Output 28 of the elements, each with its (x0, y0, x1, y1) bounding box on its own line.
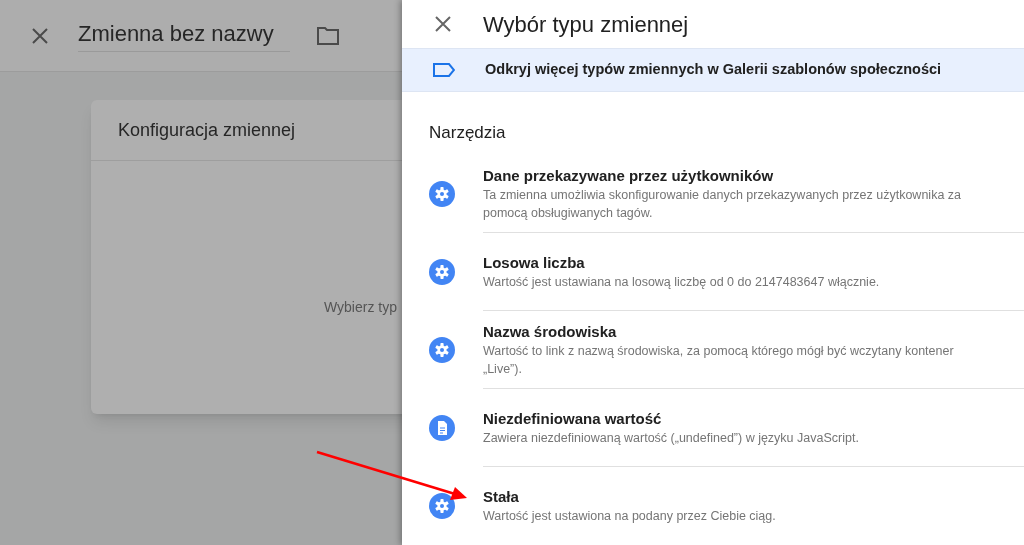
item-title: Niezdefiniowana wartość (483, 408, 663, 429)
gear-icon (429, 181, 455, 207)
variable-type-item[interactable]: Niezdefiniowana wartość Zawiera niezdefiniowaną wartość („undefined”) w języku JavaScript. (402, 389, 1024, 467)
item-title: Losowa liczba (483, 252, 586, 273)
gear-icon (429, 337, 455, 363)
item-description: Ta zmienna umożliwia skonfigurowanie danych przekazywanych przez użytkownika za pomocą obsługiwanych tagów. (483, 186, 962, 222)
item-title: Stała (483, 487, 520, 507)
item-description: Zawiera niezdefiniowaną wartość („undefined”) w języku JavaScript. (483, 429, 860, 447)
label-icon (433, 62, 455, 77)
panel-title: Wybór typu zmiennej (483, 10, 689, 39)
hint-text: Wybierz typ (324, 298, 397, 317)
variable-type-item[interactable]: Losowa liczba Wartość jest ustawiana na losową liczbę od 0 do 2147483647 włącznie. (402, 233, 1024, 311)
gear-icon (429, 493, 455, 519)
gallery-banner[interactable]: Odkryj więcej typów zmiennych w Galerii szablonów społeczności (402, 48, 1024, 92)
card-title: Konfiguracja zmiennej (118, 118, 296, 142)
variable-type-item[interactable]: Stała Wartość jest ustawiona na podany przez Ciebie ciąg. (402, 467, 1024, 545)
item-description: Wartość to link z nazwą środowiska, za pomocą którego mógł być wczytany kontener „Live”). (483, 342, 955, 378)
gear-icon (429, 259, 455, 285)
folder-icon[interactable] (316, 24, 340, 47)
variable-type-item[interactable]: Nazwa środowiska Wartość to link z nazwą środowiska, za pomocą którego mógł być wczytany kontener „Live”). (402, 311, 1024, 389)
item-description: Wartość jest ustawiana na losową liczbę od 0 do 2147483647 włącznie. (483, 273, 881, 291)
document-icon (429, 415, 455, 441)
variable-type-item[interactable]: Dane przekazywane przez użytkowników Ta zmienna umożliwia skonfigurowanie danych przekazywanych przez użytkownika za pomocą obsługiwanych tagów. (402, 155, 1024, 233)
item-title: Dane przekazywane przez użytkowników (483, 165, 775, 186)
section-heading: Narzędzia (429, 122, 506, 142)
name-field[interactable]: Zmienna bez nazwy (78, 19, 290, 52)
item-description: Wartość jest ustawiona na podany przez Ciebie ciąg. (483, 508, 777, 525)
item-title: Nazwa środowiska (483, 321, 618, 342)
